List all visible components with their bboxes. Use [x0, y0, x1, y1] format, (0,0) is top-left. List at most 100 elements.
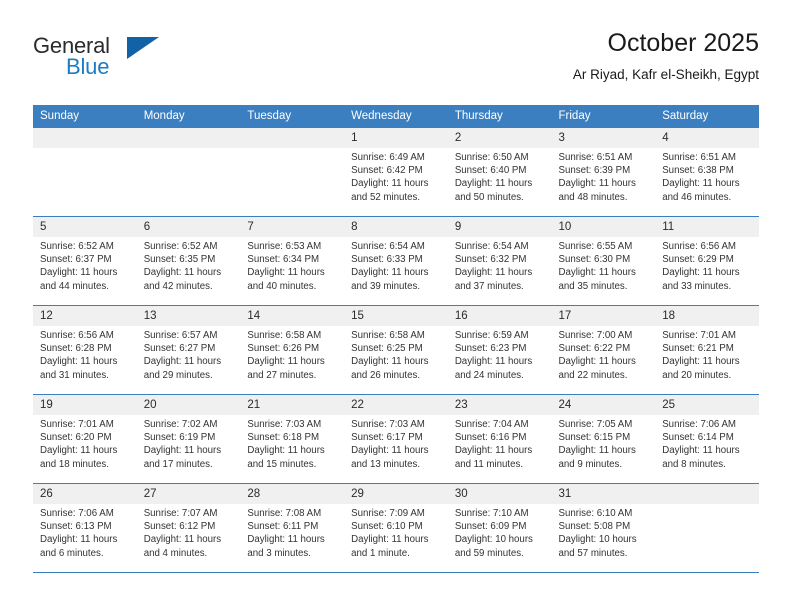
- title-block: October 2025 Ar Riyad, Kafr el-Sheikh, E…: [573, 28, 759, 83]
- sunset-text: Sunset: 6:30 PM: [558, 254, 631, 266]
- calendar-day-cell[interactable]: 9 Sunrise: 6:54 AM Sunset: 6:32 PM Daylight…: [447, 216, 552, 306]
- weekday-header-tuesday: Tuesday: [240, 105, 345, 128]
- daylight-text: Daylight: 11 hours and 46 minutes.: [662, 178, 740, 203]
- sunset-text: Sunset: 6:33 PM: [351, 254, 423, 266]
- day-number: 17: [551, 306, 656, 326]
- daylight-text: Daylight: 11 hours and 42 minutes.: [143, 267, 222, 292]
- day-sun-info: Sunrise: 7:08 AM Sunset: 6:11 PM Daylight:…: [240, 504, 344, 560]
- sunrise-text: Sunrise: 7:03 AM: [351, 419, 425, 430]
- day-sun-info: Sunrise: 6:10 AM Sunset: 5:08 PM Daylight:…: [552, 504, 656, 560]
- calendar-day-cell[interactable]: 10 Sunrise: 6:55 AM Sunset: 6:30 PM Dayligh…: [551, 216, 656, 306]
- daylight-text: Daylight: 11 hours and 50 minutes.: [454, 178, 533, 203]
- calendar-day-cell[interactable]: 17 Sunrise: 7:00 AM Sunset: 6:22 PM Dayligh…: [551, 305, 656, 395]
- calendar-day-cell[interactable]: 4 Sunrise: 6:51 AM Sunset: 6:38 PM Daylight…: [655, 127, 759, 217]
- calendar-day-cell[interactable]: 3 Sunrise: 6:51 AM Sunset: 6:39 PM Daylight…: [551, 127, 656, 217]
- daylight-text: Daylight: 11 hours and 13 minutes.: [351, 445, 429, 470]
- calendar-day-cell[interactable]: 28 Sunrise: 7:08 AM Sunset: 6:11 PM Dayligh…: [240, 483, 345, 573]
- sunset-text: Sunset: 5:08 PM: [558, 521, 631, 533]
- sunrise-text: Sunrise: 6:51 AM: [662, 152, 736, 163]
- calendar-day-cell[interactable]: 1 Sunrise: 6:49 AM Sunset: 6:42 PM Daylight…: [344, 127, 448, 217]
- calendar-day-cell[interactable]: 14 Sunrise: 6:58 AM Sunset: 6:26 PM Dayligh…: [240, 305, 345, 395]
- sunset-text: Sunset: 6:20 PM: [40, 432, 112, 444]
- day-sun-info: Sunrise: 6:56 AM Sunset: 6:29 PM Daylight:…: [655, 237, 759, 293]
- day-number: 20: [136, 395, 241, 415]
- calendar-day-cell[interactable]: 2 Sunrise: 6:50 AM Sunset: 6:40 PM Daylight…: [447, 127, 552, 217]
- calendar-day-cell[interactable]: 22 Sunrise: 7:03 AM Sunset: 6:17 PM Dayligh…: [344, 394, 448, 484]
- calendar-day-cell[interactable]: 25 Sunrise: 7:06 AM Sunset: 6:14 PM Dayligh…: [655, 394, 759, 484]
- daylight-text: Daylight: 11 hours and 48 minutes.: [558, 178, 636, 203]
- daylight-text: Daylight: 11 hours and 8 minutes.: [662, 445, 740, 470]
- calendar-day-cell[interactable]: 15 Sunrise: 6:58 AM Sunset: 6:25 PM Dayligh…: [344, 305, 448, 395]
- day-number: 12: [33, 306, 137, 326]
- calendar-day-cell[interactable]: 27 Sunrise: 7:07 AM Sunset: 6:12 PM Dayligh…: [136, 483, 241, 573]
- calendar-day-cell[interactable]: 29 Sunrise: 7:09 AM Sunset: 6:10 PM Dayligh…: [344, 483, 448, 573]
- day-number: 22: [344, 395, 448, 415]
- day-sun-info: Sunrise: 6:55 AM Sunset: 6:30 PM Daylight:…: [552, 237, 656, 293]
- daylight-text: Daylight: 11 hours and 39 minutes.: [351, 267, 429, 292]
- calendar-day-cell[interactable]: 11 Sunrise: 6:56 AM Sunset: 6:29 PM Dayligh…: [655, 216, 759, 306]
- calendar-day-cell[interactable]: 19 Sunrise: 7:01 AM Sunset: 6:20 PM Dayligh…: [33, 394, 137, 484]
- sunrise-text: Sunrise: 6:10 AM: [558, 508, 633, 519]
- sunset-text: Sunset: 6:42 PM: [351, 165, 423, 177]
- calendar-day-cell[interactable]: 6 Sunrise: 6:52 AM Sunset: 6:35 PM Daylight…: [136, 216, 241, 306]
- daylight-text: Daylight: 11 hours and 17 minutes.: [143, 445, 222, 470]
- day-number: 24: [551, 395, 656, 415]
- calendar-day-cell[interactable]: 12 Sunrise: 6:56 AM Sunset: 6:28 PM Dayligh…: [33, 305, 137, 395]
- sunset-text: Sunset: 6:22 PM: [558, 343, 631, 355]
- day-number: 4: [655, 128, 759, 148]
- sunrise-text: Sunrise: 7:01 AM: [662, 330, 736, 341]
- calendar-day-cell-empty: [655, 483, 759, 573]
- sunset-text: Sunset: 6:15 PM: [558, 432, 631, 444]
- logo-triangle-icon: [127, 37, 159, 59]
- sunset-text: Sunset: 6:29 PM: [662, 254, 734, 266]
- calendar-day-cell[interactable]: 20 Sunrise: 7:02 AM Sunset: 6:19 PM Dayligh…: [136, 394, 241, 484]
- day-sun-info: Sunrise: 6:51 AM Sunset: 6:38 PM Daylight:…: [655, 148, 759, 204]
- day-sun-info: Sunrise: 7:05 AM Sunset: 6:15 PM Daylight:…: [552, 415, 656, 471]
- weekday-header-thursday: Thursday: [447, 105, 552, 128]
- calendar-day-cell[interactable]: 31 Sunrise: 6:10 AM Sunset: 5:08 PM Dayligh…: [551, 483, 656, 573]
- day-number: 1: [344, 128, 448, 148]
- sunset-text: Sunset: 6:10 PM: [351, 521, 423, 533]
- page-title: October 2025: [607, 29, 760, 57]
- day-sun-info: Sunrise: 7:07 AM Sunset: 6:12 PM Daylight:…: [137, 504, 241, 560]
- day-number: 3: [551, 128, 656, 148]
- day-sun-info: Sunrise: 6:54 AM Sunset: 6:32 PM Daylight:…: [448, 237, 552, 293]
- day-sun-info: Sunrise: 6:53 AM Sunset: 6:34 PM Daylight:…: [240, 237, 344, 293]
- daylight-text: Daylight: 11 hours and 35 minutes.: [558, 267, 636, 292]
- calendar-day-cell[interactable]: 16 Sunrise: 6:59 AM Sunset: 6:23 PM Dayligh…: [447, 305, 552, 395]
- sunrise-text: Sunrise: 7:10 AM: [454, 508, 529, 519]
- weekday-header-friday: Friday: [551, 105, 656, 128]
- calendar-day-cell[interactable]: 26 Sunrise: 7:06 AM Sunset: 6:13 PM Dayligh…: [33, 483, 137, 573]
- day-sun-info: Sunrise: 7:09 AM Sunset: 6:10 PM Daylight:…: [344, 504, 448, 560]
- sunset-text: Sunset: 6:27 PM: [143, 343, 216, 355]
- calendar-day-cell[interactable]: 13 Sunrise: 6:57 AM Sunset: 6:27 PM Dayligh…: [136, 305, 241, 395]
- calendar-day-cell-empty: [33, 127, 137, 217]
- day-sun-info: Sunrise: 6:59 AM Sunset: 6:23 PM Daylight:…: [448, 326, 552, 382]
- calendar-week-row: 12 Sunrise: 6:56 AM Sunset: 6:28 PM Dayligh…: [33, 305, 759, 395]
- sunrise-text: Sunrise: 7:07 AM: [143, 508, 218, 519]
- calendar-day-cell[interactable]: 8 Sunrise: 6:54 AM Sunset: 6:33 PM Daylight…: [344, 216, 448, 306]
- day-number: 5: [33, 217, 137, 237]
- day-sun-info: Sunrise: 6:58 AM Sunset: 6:25 PM Daylight:…: [344, 326, 448, 382]
- sunset-text: Sunset: 6:26 PM: [247, 343, 320, 355]
- sunrise-text: Sunrise: 6:53 AM: [247, 241, 322, 252]
- calendar-day-cell[interactable]: 24 Sunrise: 7:05 AM Sunset: 6:15 PM Dayligh…: [551, 394, 656, 484]
- calendar-day-cell[interactable]: 7 Sunrise: 6:53 AM Sunset: 6:34 PM Daylight…: [240, 216, 345, 306]
- day-sun-info: Sunrise: 6:54 AM Sunset: 6:33 PM Daylight:…: [344, 237, 448, 293]
- daylight-text: Daylight: 11 hours and 15 minutes.: [247, 445, 325, 470]
- day-number: 6: [136, 217, 241, 237]
- day-number: 30: [447, 484, 552, 504]
- calendar-day-cell[interactable]: 18 Sunrise: 7:01 AM Sunset: 6:21 PM Dayligh…: [655, 305, 759, 395]
- calendar-day-cell[interactable]: 23 Sunrise: 7:04 AM Sunset: 6:16 PM Dayligh…: [447, 394, 552, 484]
- sunset-text: Sunset: 6:12 PM: [143, 521, 216, 533]
- sunset-text: Sunset: 6:25 PM: [351, 343, 423, 355]
- calendar-week-row: 19 Sunrise: 7:01 AM Sunset: 6:20 PM Dayligh…: [33, 394, 759, 484]
- daylight-text: Daylight: 11 hours and 40 minutes.: [247, 267, 325, 292]
- calendar-week-row: 1 Sunrise: 6:49 AM Sunset: 6:42 PM Daylight…: [33, 127, 759, 217]
- day-sun-info: Sunrise: 6:57 AM Sunset: 6:27 PM Daylight:…: [137, 326, 241, 382]
- daylight-text: Daylight: 11 hours and 31 minutes.: [40, 356, 118, 381]
- calendar-day-cell[interactable]: 30 Sunrise: 7:10 AM Sunset: 6:09 PM Dayligh…: [447, 483, 552, 573]
- daylight-text: Daylight: 11 hours and 27 minutes.: [247, 356, 325, 381]
- calendar-day-cell[interactable]: 21 Sunrise: 7:03 AM Sunset: 6:18 PM Dayligh…: [240, 394, 345, 484]
- calendar-day-cell[interactable]: 5 Sunrise: 6:52 AM Sunset: 6:37 PM Daylight…: [33, 216, 137, 306]
